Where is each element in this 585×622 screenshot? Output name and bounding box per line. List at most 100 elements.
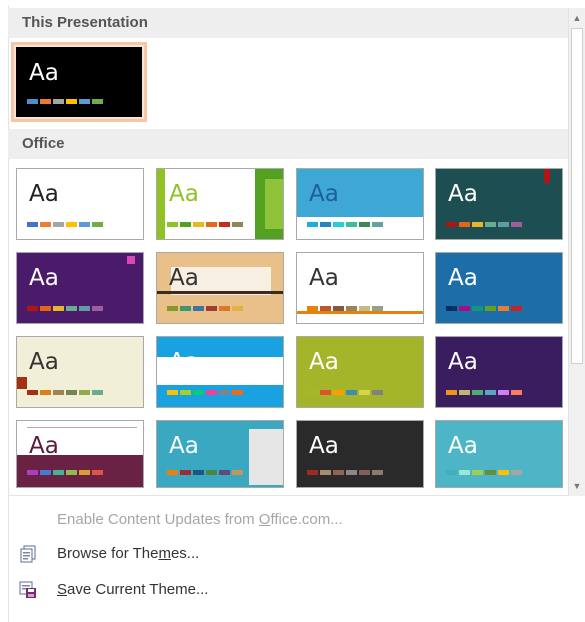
color-swatch: [459, 306, 470, 311]
color-swatch: [27, 306, 38, 311]
color-swatch: [27, 222, 38, 227]
current-theme-thumbnail[interactable]: Aa: [16, 47, 142, 117]
color-swatch: [320, 306, 331, 311]
color-swatch: [206, 222, 217, 227]
theme-thumbnail[interactable]: Aa: [156, 336, 284, 408]
color-swatch: [307, 470, 318, 475]
theme-decoration: [265, 179, 283, 229]
scroll-up-arrow-icon[interactable]: ▲: [569, 10, 585, 27]
theme-sample-text: Aa: [169, 181, 199, 207]
color-swatch: [511, 390, 522, 395]
theme-thumbnail[interactable]: Aa: [16, 336, 144, 408]
theme-decoration: [297, 217, 423, 239]
save-current-theme-item[interactable]: Save Current Theme...: [8, 573, 568, 607]
theme-sample-text: Aa: [448, 433, 478, 459]
color-swatch: [232, 306, 243, 311]
browse-themes-icon: [19, 545, 37, 563]
color-swatch: [92, 99, 103, 104]
color-swatch: [359, 470, 370, 475]
enable-content-updates-label: Enable Content Updates from Office.com..…: [57, 511, 343, 528]
theme-color-strip: [307, 390, 383, 395]
color-swatch: [333, 470, 344, 475]
color-swatch: [372, 222, 383, 227]
color-swatch: [333, 306, 344, 311]
theme-sample-text: Aa: [448, 181, 478, 207]
theme-thumbnail[interactable]: Aa: [296, 420, 424, 488]
color-swatch: [53, 390, 64, 395]
theme-thumbnail[interactable]: Aa: [296, 168, 424, 240]
theme-decoration: [544, 169, 550, 183]
color-swatch: [320, 470, 331, 475]
theme-sample-text: Aa: [29, 349, 59, 375]
theme-thumbnail[interactable]: Aa: [435, 420, 563, 488]
theme-thumbnail[interactable]: Aa: [435, 168, 563, 240]
color-swatch: [498, 390, 509, 395]
theme-sample-text: Aa: [448, 265, 478, 291]
theme-sample-text: Aa: [29, 181, 59, 207]
theme-thumbnail[interactable]: Aa: [435, 252, 563, 324]
save-current-theme-label: Save Current Theme...: [57, 581, 209, 598]
color-swatch: [92, 470, 103, 475]
theme-decoration: [157, 385, 283, 407]
color-swatch: [485, 222, 496, 227]
theme-sample-text: Aa: [29, 433, 59, 459]
color-swatch: [167, 306, 178, 311]
access-key: O: [258, 511, 271, 528]
color-swatch: [307, 306, 318, 311]
theme-thumbnail[interactable]: Aa: [296, 252, 424, 324]
color-swatch: [206, 390, 217, 395]
color-swatch: [472, 390, 483, 395]
theme-color-strip: [307, 470, 383, 475]
theme-decoration: [17, 377, 27, 389]
theme-decoration: [157, 291, 283, 294]
color-swatch: [53, 306, 64, 311]
theme-decoration: [157, 169, 165, 239]
theme-sample-text: Aa: [309, 349, 339, 375]
color-swatch: [40, 390, 51, 395]
theme-color-strip: [446, 306, 522, 311]
color-swatch: [320, 390, 331, 395]
theme-thumbnail[interactable]: Aa: [156, 252, 284, 324]
color-swatch: [40, 99, 51, 104]
color-swatch: [446, 390, 457, 395]
theme-thumbnail[interactable]: Aa: [16, 420, 144, 488]
color-swatch: [40, 470, 51, 475]
color-swatch: [66, 470, 77, 475]
color-swatch: [446, 222, 457, 227]
color-swatch: [472, 470, 483, 475]
color-swatch: [359, 222, 370, 227]
color-swatch: [219, 390, 230, 395]
color-swatch: [79, 306, 90, 311]
color-swatch: [459, 222, 470, 227]
enable-content-updates-item: Enable Content Updates from Office.com..…: [8, 503, 568, 537]
browse-for-themes-item[interactable]: Browse for Themes...: [8, 537, 568, 571]
color-swatch: [53, 99, 64, 104]
color-swatch: [372, 306, 383, 311]
theme-thumbnail[interactable]: Aa: [296, 336, 424, 408]
theme-decoration: [127, 256, 135, 264]
section-header-office: Office: [8, 129, 568, 159]
color-swatch: [66, 222, 77, 227]
theme-sample-text: Aa: [169, 349, 199, 375]
save-theme-icon: [19, 581, 37, 599]
color-swatch: [232, 470, 243, 475]
color-swatch: [498, 222, 509, 227]
scrollbar-thumb[interactable]: [571, 28, 583, 364]
color-swatch: [485, 306, 496, 311]
color-swatch: [27, 390, 38, 395]
color-swatch: [346, 470, 357, 475]
theme-color-strip: [446, 470, 522, 475]
color-swatch: [79, 470, 90, 475]
theme-thumbnail[interactable]: Aa: [156, 420, 284, 488]
theme-thumbnail[interactable]: Aa: [16, 252, 144, 324]
scroll-down-arrow-icon[interactable]: ▼: [569, 478, 585, 495]
color-swatch: [180, 390, 191, 395]
theme-thumbnail[interactable]: Aa: [156, 168, 284, 240]
color-swatch: [79, 222, 90, 227]
gallery-scrollbar[interactable]: ▲ ▼: [568, 8, 585, 496]
theme-thumbnail[interactable]: Aa: [16, 168, 144, 240]
theme-thumbnail[interactable]: Aa: [435, 336, 563, 408]
theme-sample-text: Aa: [169, 265, 199, 291]
theme-decoration: [27, 427, 137, 428]
color-swatch: [446, 306, 457, 311]
